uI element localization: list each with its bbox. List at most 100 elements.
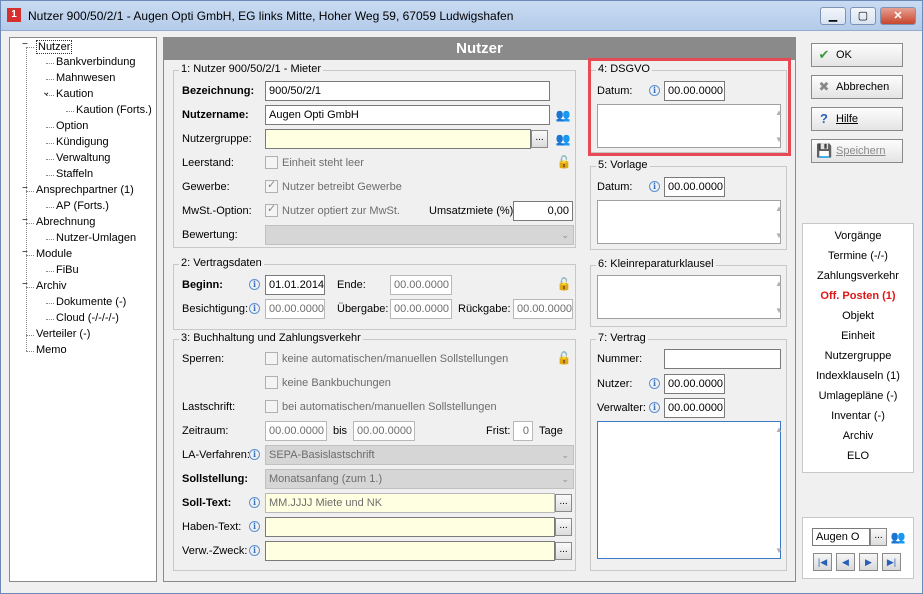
search-browse-button[interactable]: ... — [870, 528, 887, 546]
tree-item-archiv[interactable]: Archiv — [36, 280, 67, 292]
ok-button[interactable]: ✔ OK — [811, 43, 903, 67]
tree-item-fibu[interactable]: FiBu — [56, 264, 79, 276]
tree-item-cloud[interactable]: Cloud (-/-/-/-) — [56, 312, 119, 324]
nutzergruppe-field[interactable] — [265, 129, 531, 149]
next-record-button[interactable]: ▶ — [859, 553, 878, 571]
scroll-up-icon[interactable]: ▲ — [772, 279, 786, 288]
tree-item-kaution-forts[interactable]: Kaution (Forts.) — [76, 104, 152, 116]
soll-text-browse-button[interactable]: ... — [555, 494, 572, 512]
info-icon[interactable]: i — [249, 279, 260, 290]
last-record-button[interactable]: ▶| — [882, 553, 901, 571]
scrollbar[interactable]: ▲ ▼ — [765, 202, 783, 242]
speichern-button[interactable]: 💾 Speichern — [811, 139, 903, 163]
gewerbe-checkbox[interactable] — [265, 178, 278, 193]
beginn-field[interactable]: 01.01.2014 — [265, 275, 325, 295]
tree-item-memo[interactable]: Memo — [36, 344, 67, 356]
verwendungszweck-browse-button[interactable]: ... — [555, 542, 572, 560]
leerstand-checkbox[interactable] — [265, 156, 278, 169]
bewertung-select[interactable]: ⌄ — [265, 225, 574, 245]
sollstellung-select[interactable]: Monatsanfang (zum 1.) ⌄ — [265, 469, 574, 489]
info-icon[interactable]: i — [649, 378, 660, 389]
link-inventar[interactable]: Inventar (-) — [803, 410, 913, 422]
zeitraum-bis-field[interactable]: 00.00.0000 — [353, 421, 415, 441]
sperren-sollstellungen-checkbox[interactable] — [265, 352, 278, 365]
lastschrift-checkbox[interactable] — [265, 400, 278, 413]
link-zahlungsverkehr[interactable]: Zahlungsverkehr — [803, 270, 913, 282]
uebergabe-field[interactable]: 00.00.0000 — [390, 299, 452, 319]
tree-item-abrechnung[interactable]: Abrechnung — [36, 216, 95, 228]
search-field[interactable]: Augen O — [812, 528, 870, 546]
link-vorgänge[interactable]: Vorgänge — [803, 230, 913, 242]
link-objekt[interactable]: Objekt — [803, 310, 913, 322]
nutzername-field[interactable]: Augen Opti GmbH — [265, 105, 550, 125]
link-nutzergruppe[interactable]: Nutzergruppe — [803, 350, 913, 362]
tree-item-nutzer-umlagen[interactable]: Nutzer-Umlagen — [56, 232, 136, 244]
haben-text-field[interactable] — [265, 517, 555, 537]
lock-icon[interactable]: 🔓 — [555, 153, 573, 171]
vertrag-nutzer-field[interactable]: 00.00.0000 — [664, 374, 725, 394]
link-archiv[interactable]: Archiv — [803, 430, 913, 442]
ende-field[interactable]: 00.00.0000 — [390, 275, 452, 295]
tree-item-kündigung[interactable]: Kündigung — [56, 136, 109, 148]
soll-text-field[interactable]: MM.JJJJ Miete und NK — [265, 493, 555, 513]
tree-item-option[interactable]: Option — [56, 120, 88, 132]
umsatzmiete-field[interactable]: 0,00 — [513, 201, 573, 221]
tree-item-kaution[interactable]: Kaution — [56, 88, 93, 100]
vertrag-notes[interactable]: ▲ ▼ — [597, 421, 783, 559]
scroll-down-icon[interactable]: ▼ — [772, 231, 786, 240]
chevron-down-icon[interactable]: ⌄ — [42, 87, 50, 98]
lock-icon[interactable]: 🔓 — [555, 349, 573, 367]
people-icon[interactable]: 👥 — [554, 130, 572, 148]
first-record-button[interactable]: |◀ — [813, 553, 832, 571]
scrollbar[interactable]: ▲ ▼ — [765, 277, 783, 317]
scrollbar[interactable]: ▲ ▼ — [765, 423, 783, 557]
link-elo[interactable]: ELO — [803, 450, 913, 462]
close-button[interactable]: ✕ — [880, 7, 916, 25]
people-icon[interactable]: 👥 — [554, 106, 572, 124]
frist-field[interactable]: 0 — [513, 421, 533, 441]
mwst-checkbox[interactable] — [265, 202, 278, 217]
tree-item-verwaltung[interactable]: Verwaltung — [56, 152, 110, 164]
lock-icon[interactable]: 🔓 — [555, 275, 573, 293]
sperren-bank-checkbox[interactable] — [265, 376, 278, 389]
tree-item-module[interactable]: Module — [36, 248, 72, 260]
link-umlagepläne[interactable]: Umlagepläne (-) — [803, 390, 913, 402]
link-einheit[interactable]: Einheit — [803, 330, 913, 342]
scroll-down-icon[interactable]: ▼ — [772, 546, 786, 555]
tree-item-ansprechpartner-1[interactable]: Ansprechpartner (1) — [36, 184, 134, 196]
nutzergruppe-browse-button[interactable]: ... — [531, 130, 548, 148]
link-termine[interactable]: Termine (-/-) — [803, 250, 913, 262]
tree-item-nutzer[interactable]: Nutzer — [36, 40, 73, 54]
vorlage-notes[interactable]: ▲ ▼ — [597, 200, 783, 244]
scroll-up-icon[interactable]: ▲ — [772, 204, 786, 213]
nummer-field[interactable] — [664, 349, 781, 369]
haben-text-browse-button[interactable]: ... — [555, 518, 572, 536]
bezeichnung-field[interactable]: 900/50/2/1 — [265, 81, 550, 101]
maximize-button[interactable]: ▢ — [850, 7, 876, 25]
tree-item-bankverbindung[interactable]: Bankverbindung — [56, 56, 136, 68]
info-icon[interactable]: i — [249, 449, 260, 460]
verwendungszweck-field[interactable] — [265, 541, 555, 561]
info-icon[interactable]: i — [249, 497, 260, 508]
kleinreparatur-notes[interactable]: ▲ ▼ — [597, 275, 783, 319]
tree-item-verteiler[interactable]: Verteiler (-) — [36, 328, 90, 340]
people-icon[interactable]: 👥 — [889, 528, 907, 546]
abbrechen-button[interactable]: ✖ Abbrechen — [811, 75, 903, 99]
link-indexklauseln-1[interactable]: Indexklauseln (1) — [803, 370, 913, 382]
tree-item-ap-forts[interactable]: AP (Forts.) — [56, 200, 109, 212]
info-icon[interactable]: i — [649, 181, 660, 192]
vorlage-datum-field[interactable]: 00.00.0000 — [664, 177, 725, 197]
la-verfahren-select[interactable]: SEPA-Basislastschrift ⌄ — [265, 445, 574, 465]
verwalter-field[interactable]: 00.00.0000 — [664, 398, 725, 418]
tree-item-dokumente[interactable]: Dokumente (-) — [56, 296, 126, 308]
scroll-down-icon[interactable]: ▼ — [772, 306, 786, 315]
minimize-button[interactable]: ▁ — [820, 7, 846, 25]
info-icon[interactable]: i — [649, 402, 660, 413]
besichtigung-field[interactable]: 00.00.0000 — [265, 299, 325, 319]
info-icon[interactable]: i — [249, 303, 260, 314]
hilfe-button[interactable]: ? Hilfe — [811, 107, 903, 131]
zeitraum-von-field[interactable]: 00.00.0000 — [265, 421, 327, 441]
tree-item-mahnwesen[interactable]: Mahnwesen — [56, 72, 115, 84]
link-off-posten-1[interactable]: Off. Posten (1) — [803, 290, 913, 302]
scroll-up-icon[interactable]: ▲ — [772, 425, 786, 434]
